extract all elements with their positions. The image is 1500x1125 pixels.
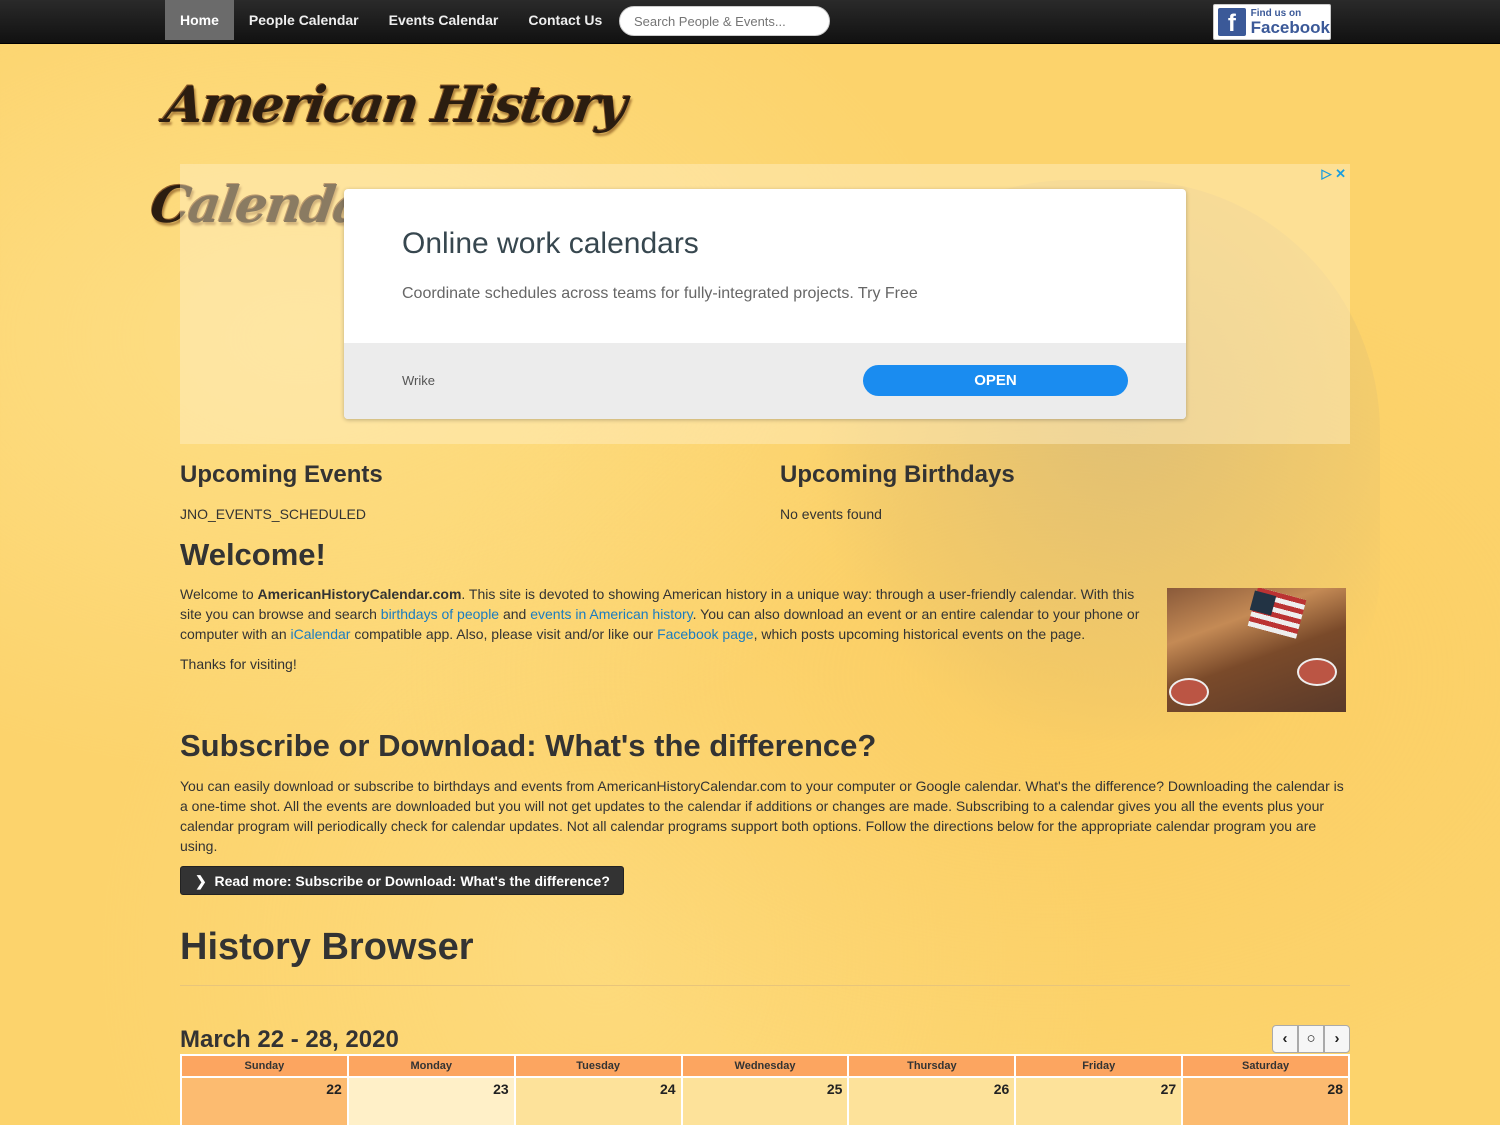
- day-header-sunday: Sunday: [182, 1056, 349, 1078]
- calendar-day-cell[interactable]: 24: [515, 1078, 683, 1125]
- read-more-button[interactable]: ❯ Read more: Subscribe or Download: What…: [180, 866, 624, 895]
- welcome-heading: Welcome!: [180, 537, 326, 572]
- site-name: AmericanHistoryCalendar.com: [257, 586, 462, 602]
- day-header-thursday: Thursday: [849, 1056, 1017, 1078]
- facebook-button[interactable]: f Find us on Facebook: [1213, 4, 1331, 40]
- ad-card[interactable]: Online work calendars Coordinate schedul…: [344, 189, 1186, 419]
- nav-events-calendar[interactable]: Events Calendar: [374, 0, 514, 40]
- ad-banner: ▷ ✕ Online work calendars Coordinate sch…: [180, 164, 1350, 444]
- spirit-of-76-image: [1167, 588, 1346, 712]
- nav-contact-us[interactable]: Contact Us: [513, 0, 617, 40]
- icalendar-link[interactable]: iCalendar: [291, 626, 351, 642]
- calendar-day-cell[interactable]: 28: [1183, 1078, 1350, 1125]
- facebook-icon: f: [1218, 8, 1246, 37]
- subscribe-heading: Subscribe or Download: What's the differ…: [180, 728, 877, 763]
- upcoming-birthdays-heading: Upcoming Birthdays: [780, 461, 1015, 488]
- facebook-small-label: Find us on: [1250, 7, 1302, 19]
- thanks-text: Thanks for visiting!: [180, 656, 297, 672]
- calendar-today-button[interactable]: ○: [1298, 1025, 1324, 1053]
- top-navbar: Home People Calendar Events Calendar Con…: [0, 0, 1500, 44]
- search-input[interactable]: [619, 6, 830, 36]
- ad-title[interactable]: Online work calendars: [402, 227, 699, 261]
- subscribe-text: You can easily download or subscribe to …: [180, 778, 1344, 854]
- birthdays-link[interactable]: birthdays of people: [381, 606, 499, 622]
- calendar-day-cell[interactable]: 22: [182, 1078, 349, 1125]
- day-header-wednesday: Wednesday: [682, 1056, 850, 1078]
- chevron-right-icon: ❯: [195, 873, 207, 889]
- nav-people-calendar[interactable]: People Calendar: [234, 0, 374, 40]
- day-header-friday: Friday: [1016, 1056, 1184, 1078]
- facebook-page-link[interactable]: Facebook page: [657, 626, 754, 642]
- day-header-tuesday: Tuesday: [515, 1056, 683, 1078]
- site-logo[interactable]: American History Calendar: [147, 55, 652, 234]
- upcoming-events-text: JNO_EVENTS_SCHEDULED: [180, 506, 366, 522]
- calendar-day-cell[interactable]: 27: [1016, 1078, 1184, 1125]
- calendar-day-cell[interactable]: 25: [682, 1078, 850, 1125]
- calendar-day-cell[interactable]: 23: [348, 1078, 516, 1125]
- facebook-big-label: Facebook: [1250, 17, 1330, 37]
- history-browser-heading: History Browser: [180, 926, 474, 968]
- day-header-monday: Monday: [348, 1056, 516, 1078]
- calendar-grid: Sunday Monday Tuesday Wednesday Thursday…: [180, 1054, 1350, 1125]
- ad-footer: Wrike OPEN: [344, 343, 1186, 419]
- events-link[interactable]: events in American history: [530, 606, 692, 622]
- nav-menu: Home People Calendar Events Calendar Con…: [165, 0, 617, 40]
- ad-description: Coordinate schedules across teams for fu…: [402, 285, 918, 302]
- upcoming-events-heading: Upcoming Events: [180, 461, 383, 488]
- calendar-title: March 22 - 28, 2020: [180, 1026, 399, 1053]
- calendar-day-cell[interactable]: 26: [849, 1078, 1017, 1125]
- welcome-paragraph: Welcome to AmericanHistoryCalendar.com. …: [180, 586, 1140, 642]
- upcoming-birthdays-text: No events found: [780, 506, 882, 522]
- ad-open-button[interactable]: OPEN: [863, 365, 1128, 396]
- day-header-saturday: Saturday: [1183, 1056, 1350, 1078]
- ad-brand: Wrike: [402, 373, 435, 388]
- nav-home[interactable]: Home: [165, 0, 234, 40]
- ad-choices-icon[interactable]: ▷ ✕: [1321, 166, 1346, 182]
- calendar-prev-button[interactable]: ‹: [1272, 1025, 1298, 1053]
- calendar-next-button[interactable]: ›: [1324, 1025, 1350, 1053]
- divider: [180, 985, 1350, 986]
- calendar-nav: ‹ ○ ›: [1272, 1025, 1350, 1053]
